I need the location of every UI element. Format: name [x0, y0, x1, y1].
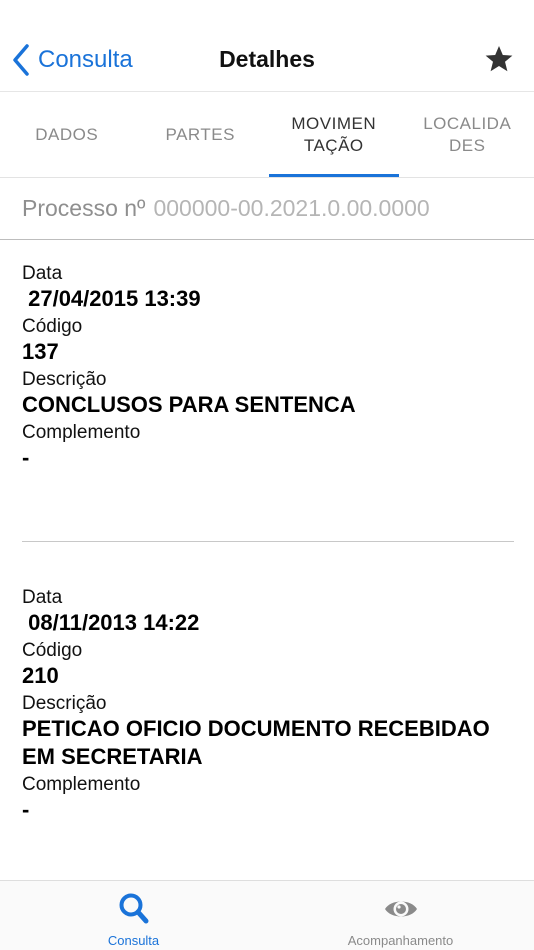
tabbar-label: Consulta — [107, 933, 160, 948]
codigo-value: 137 — [22, 339, 59, 364]
complemento-label: Complemento — [22, 422, 141, 443]
complemento-label: Complemento — [22, 774, 141, 795]
descricao-value: CONCLUSOS PARA SENTENCA — [22, 392, 356, 417]
descricao-value: PETICAO OFICIO DOCUMENTO RECEBIDAO EM SE… — [22, 716, 490, 769]
complemento-value: - — [22, 797, 30, 822]
tab-partes[interactable]: PARTES — [134, 92, 268, 177]
codigo-value: 210 — [22, 663, 59, 688]
codigo-label: Código — [22, 640, 83, 661]
tab-label: MOVIMEN TAÇÃO — [291, 113, 377, 155]
divider — [22, 541, 514, 542]
data-value: 08/11/2013 14:22 — [22, 610, 200, 635]
data-value: 27/04/2015 13:39 — [22, 286, 201, 311]
codigo-label: Código — [22, 316, 83, 337]
tab-movimentacao[interactable]: MOVIMEN TAÇÃO — [267, 92, 401, 177]
page-title: Detalhes — [219, 46, 315, 72]
segment-tabs: DADOS PARTES MOVIMEN TAÇÃO LOCALIDA DES — [0, 92, 534, 178]
process-label: Processo nº — [22, 195, 146, 221]
tab-localidades[interactable]: LOCALIDA DES — [401, 92, 534, 177]
tab-label: DADOS — [35, 124, 99, 144]
tabbar-item-consulta[interactable]: Consulta — [0, 881, 267, 950]
process-number: 000000-00.2021.0.00.0000 — [153, 195, 430, 221]
descricao-label: Descrição — [22, 693, 107, 714]
movement-entry: Data 08/11/2013 14:22 Código 210 Descriç… — [22, 587, 514, 824]
tab-label: PARTES — [165, 124, 235, 144]
bottom-tab-bar: Consulta Acompanhamento — [0, 880, 534, 950]
navigation-bar: Consulta Detalhes — [0, 0, 534, 92]
complemento-value: - — [22, 445, 30, 470]
movement-entry: Data 27/04/2015 13:39 Código 137 Descriç… — [22, 263, 514, 472]
tabbar-item-acompanhamento[interactable]: Acompanhamento — [267, 881, 534, 950]
star-icon[interactable] — [484, 44, 514, 74]
tab-label: LOCALIDA DES — [423, 113, 512, 155]
search-icon — [119, 893, 148, 924]
tabbar-label: Acompanhamento — [347, 933, 454, 948]
descricao-label: Descrição — [22, 369, 107, 390]
data-label: Data — [22, 263, 63, 284]
tab-dados[interactable]: DADOS — [0, 92, 134, 177]
data-label: Data — [22, 587, 63, 608]
process-number-header: Processo nº 000000-00.2021.0.00.0000 — [0, 178, 534, 240]
eye-icon — [384, 901, 417, 917]
